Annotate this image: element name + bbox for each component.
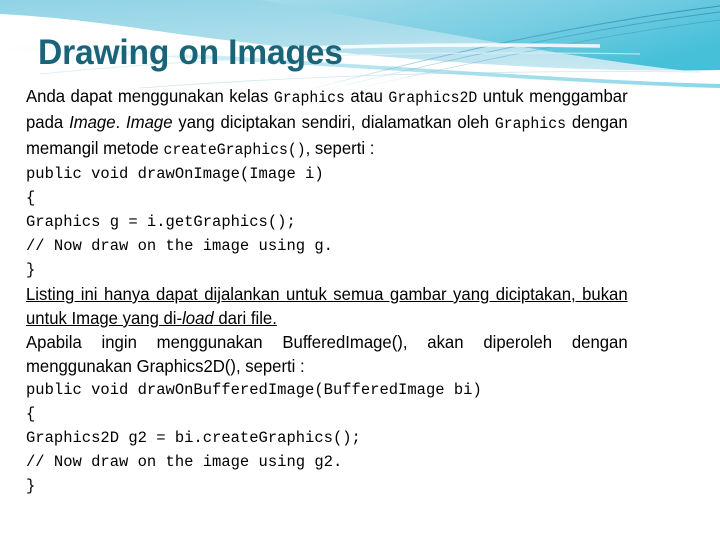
code-line: Graphics2D g2 = bi.createGraphics(); [26, 429, 361, 447]
presentation-slide: Drawing on Images Anda dapat menggunakan… [0, 0, 720, 540]
text-run: Listing ini hanya dapat dijalankan untuk… [26, 284, 628, 328]
text-run: dari file. [213, 308, 277, 328]
code-run-creategraphics: createGraphics() [163, 141, 306, 159]
slide-body: Anda dapat menggunakan kelas Graphics at… [26, 84, 656, 498]
page-title: Drawing on Images [38, 33, 343, 72]
code-run-graphics: Graphics [273, 89, 345, 107]
code-line: { [26, 189, 36, 207]
code-line: } [26, 477, 36, 495]
text-run: Anda dapat menggunakan kelas [26, 86, 274, 106]
code-line: public void drawOnImage(Image i) [26, 165, 324, 183]
italic-run-image: Image [69, 112, 116, 132]
italic-run-load: load [182, 308, 214, 328]
text-run: . [115, 112, 127, 132]
code-run-graphics-3: Graphics [494, 115, 566, 133]
text-run: atau [344, 86, 389, 106]
paragraph-note-underlined: Listing ini hanya dapat dijalankan untuk… [26, 282, 628, 330]
text-run: Apabila ingin menggunakan BufferedImage(… [26, 332, 628, 376]
code-line: // Now draw on the image using g. [26, 237, 333, 255]
code-run-graphics2d: Graphics2D [388, 89, 478, 107]
code-line: } [26, 261, 36, 279]
italic-run-image-2: Image [126, 112, 173, 132]
code-block-draw-on-image: public void drawOnImage(Image i) { Graphic… [26, 162, 656, 282]
code-line: // Now draw on the image using g2. [26, 453, 343, 471]
code-block-draw-on-buffered-image: public void drawOnBufferedImage(Buffered… [26, 378, 656, 498]
code-line: { [26, 405, 36, 423]
paragraph-intro: Anda dapat menggunakan kelas Graphics at… [26, 84, 628, 162]
code-line: Graphics g = i.getGraphics(); [26, 213, 296, 231]
code-line: public void drawOnBufferedImage(Buffered… [26, 381, 482, 399]
paragraph-bufferedimage: Apabila ingin menggunakan BufferedImage(… [26, 330, 628, 378]
text-run: , seperti : [305, 138, 375, 158]
text-run: yang diciptakan sendiri, dialamatkan ole… [172, 112, 495, 132]
